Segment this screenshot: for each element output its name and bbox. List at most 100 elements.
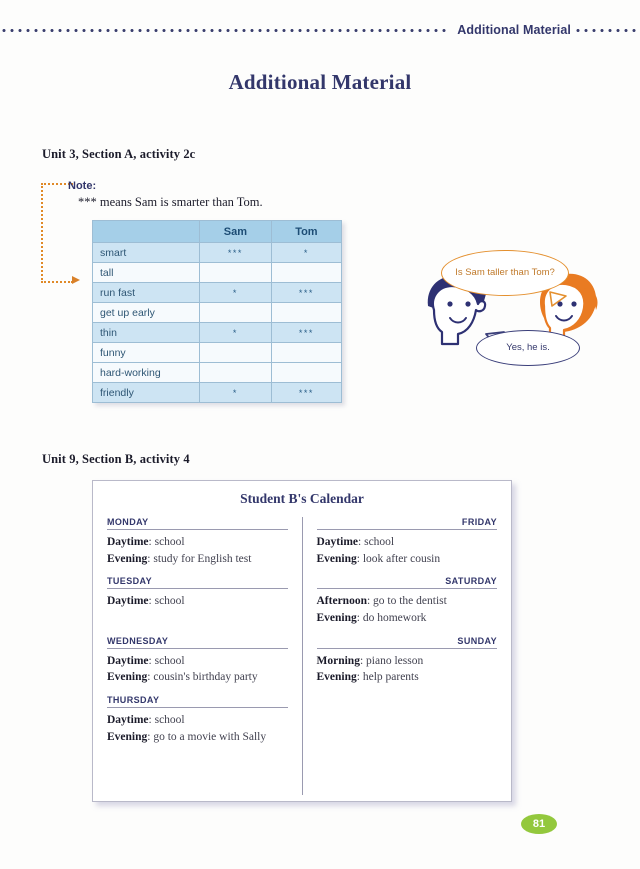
day-name: SATURDAY [316, 576, 497, 590]
entry-label: Evening [316, 612, 357, 625]
entry-label: Daytime [316, 536, 359, 548]
table-body: smart *** * tall run fast * *** get up e… [92, 242, 343, 403]
entry-value: look after cousin [362, 552, 441, 565]
entry-label: Afternoon [316, 595, 367, 608]
day-block-wednesday: WEDNESDAY Daytime: school Evening: cousi… [107, 636, 288, 686]
entry-label: Daytime [107, 536, 149, 548]
note-bracket-icon [41, 183, 73, 283]
entry-value: school [154, 595, 185, 608]
table-row: funny [92, 342, 343, 363]
day-block-saturday: SATURDAY Afternoon: go to the dentist Ev… [316, 576, 498, 626]
day-name: WEDNESDAY [107, 636, 288, 649]
row-sam-mark: * [199, 282, 272, 303]
entry-value: piano lesson [366, 654, 424, 667]
calendar-right-column: FRIDAY Daytime: school Evening: look aft… [303, 517, 498, 795]
row-sam-mark [199, 362, 272, 383]
note-label: Note: [68, 180, 97, 192]
running-header: Additional Material [0, 22, 640, 38]
page-number-badge: 81 [521, 814, 557, 834]
day-entries: Daytime: school Evening: look after cous… [317, 530, 498, 567]
calendar-entry: Daytime: school [316, 536, 395, 548]
calendar-entry: Evening: look after cousin [316, 552, 441, 565]
entry-value: study for English test [153, 552, 252, 565]
day-block-tuesday: TUESDAY Daytime: school [107, 576, 288, 626]
table-row: get up early [92, 302, 343, 323]
entry-label: Evening [316, 552, 357, 565]
day-entries: Daytime: school Evening: go to a movie w… [107, 708, 288, 745]
table-header-row: Sam Tom [92, 220, 343, 243]
table-col-header-tom: Tom [270, 220, 343, 243]
row-tom-mark: *** [270, 382, 343, 403]
dotted-rule-icon [0, 28, 451, 32]
entry-value: go to a movie with Sally [153, 730, 267, 743]
calendar-entry: Daytime: school [107, 654, 185, 667]
day-name: SUNDAY [316, 636, 497, 649]
day-block-sunday: SUNDAY Morning: piano lesson Evening: he… [316, 636, 498, 686]
row-label: friendly [92, 382, 200, 403]
entry-label: Morning [316, 654, 360, 667]
calendar-entry: Evening: go to a movie with Sally [107, 730, 267, 743]
entry-value: cousin's birthday party [153, 671, 258, 684]
row-sam-mark: *** [199, 242, 272, 263]
unit3-heading: Unit 3, Section A, activity 2c [42, 147, 196, 161]
entry-label: Evening [316, 671, 357, 684]
answer-speech-bubble: Yes, he is. [476, 330, 580, 366]
calendar-entry: Afternoon: go to the dentist [316, 595, 447, 608]
day-entries: Afternoon: go to the dentist Evening: do… [317, 589, 498, 626]
entry-label: Daytime [107, 654, 149, 667]
day-block-thursday: THURSDAY Daytime: school Evening: go to … [107, 695, 288, 745]
entry-value: school [154, 654, 185, 667]
table-col-header-sam: Sam [199, 220, 272, 243]
row-sam-mark [199, 302, 272, 323]
day-entries: Daytime: school [107, 589, 288, 626]
entry-label: Evening [107, 552, 148, 565]
page-title: Additional Material [228, 70, 412, 94]
student-calendar-panel: Student B's Calendar MONDAY Daytime: sch… [92, 480, 512, 802]
row-label: hard-working [92, 362, 200, 383]
row-tom-mark [270, 362, 343, 383]
table-row: thin * *** [92, 322, 343, 343]
table-row: friendly * *** [92, 382, 343, 403]
row-tom-mark [270, 302, 343, 323]
calendar-entry: Evening: help parents [316, 671, 419, 684]
day-name: MONDAY [107, 517, 288, 530]
row-tom-mark [270, 342, 343, 363]
running-header-title: Additional Material [457, 23, 571, 37]
row-sam-mark [199, 262, 272, 283]
row-label: tall [92, 262, 200, 283]
row-label: smart [92, 242, 200, 263]
entry-label: Evening [107, 671, 148, 684]
entry-value: go to the dentist [373, 595, 447, 608]
day-entries: Daytime: school Evening: study for Engli… [107, 530, 288, 567]
row-tom-mark: * [270, 242, 343, 263]
table-row: tall [92, 262, 343, 283]
entry-label: Daytime [107, 714, 149, 727]
day-name: THURSDAY [107, 695, 288, 709]
question-speech-bubble: Is Sam taller than Tom? [441, 250, 569, 296]
row-label: funny [92, 342, 200, 363]
row-tom-mark: *** [270, 282, 343, 303]
calendar-title: Student B's Calendar [240, 491, 364, 506]
row-label: get up early [92, 302, 200, 323]
calendar-entry: Evening: study for English test [107, 552, 252, 565]
table-col-header-blank [92, 220, 200, 243]
row-sam-mark [199, 342, 272, 363]
calendar-entry: Daytime: school [107, 536, 185, 548]
row-tom-mark [270, 262, 343, 283]
calendar-entry-spacer [107, 610, 288, 627]
entry-value: do homework [362, 612, 427, 625]
day-name: TUESDAY [107, 576, 288, 590]
table-head: Sam Tom [92, 220, 343, 243]
cartoon-illustration: Is Sam taller than Tom? Yes, he is. [424, 248, 600, 388]
calendar-left-column: MONDAY Daytime: school Evening: study fo… [107, 517, 303, 795]
calendar-entry: Daytime: school [107, 714, 185, 727]
row-tom-mark: *** [270, 322, 343, 343]
day-entries: Morning: piano lesson Evening: help pare… [317, 649, 498, 686]
table-row: hard-working [92, 362, 343, 383]
note-text: *** means Sam is smarter than Tom. [78, 195, 263, 209]
table-row: run fast * *** [92, 282, 343, 303]
entry-value: school [364, 536, 395, 548]
entry-label: Daytime [107, 595, 149, 608]
row-label: thin [92, 322, 200, 343]
entry-value: school [154, 714, 185, 727]
